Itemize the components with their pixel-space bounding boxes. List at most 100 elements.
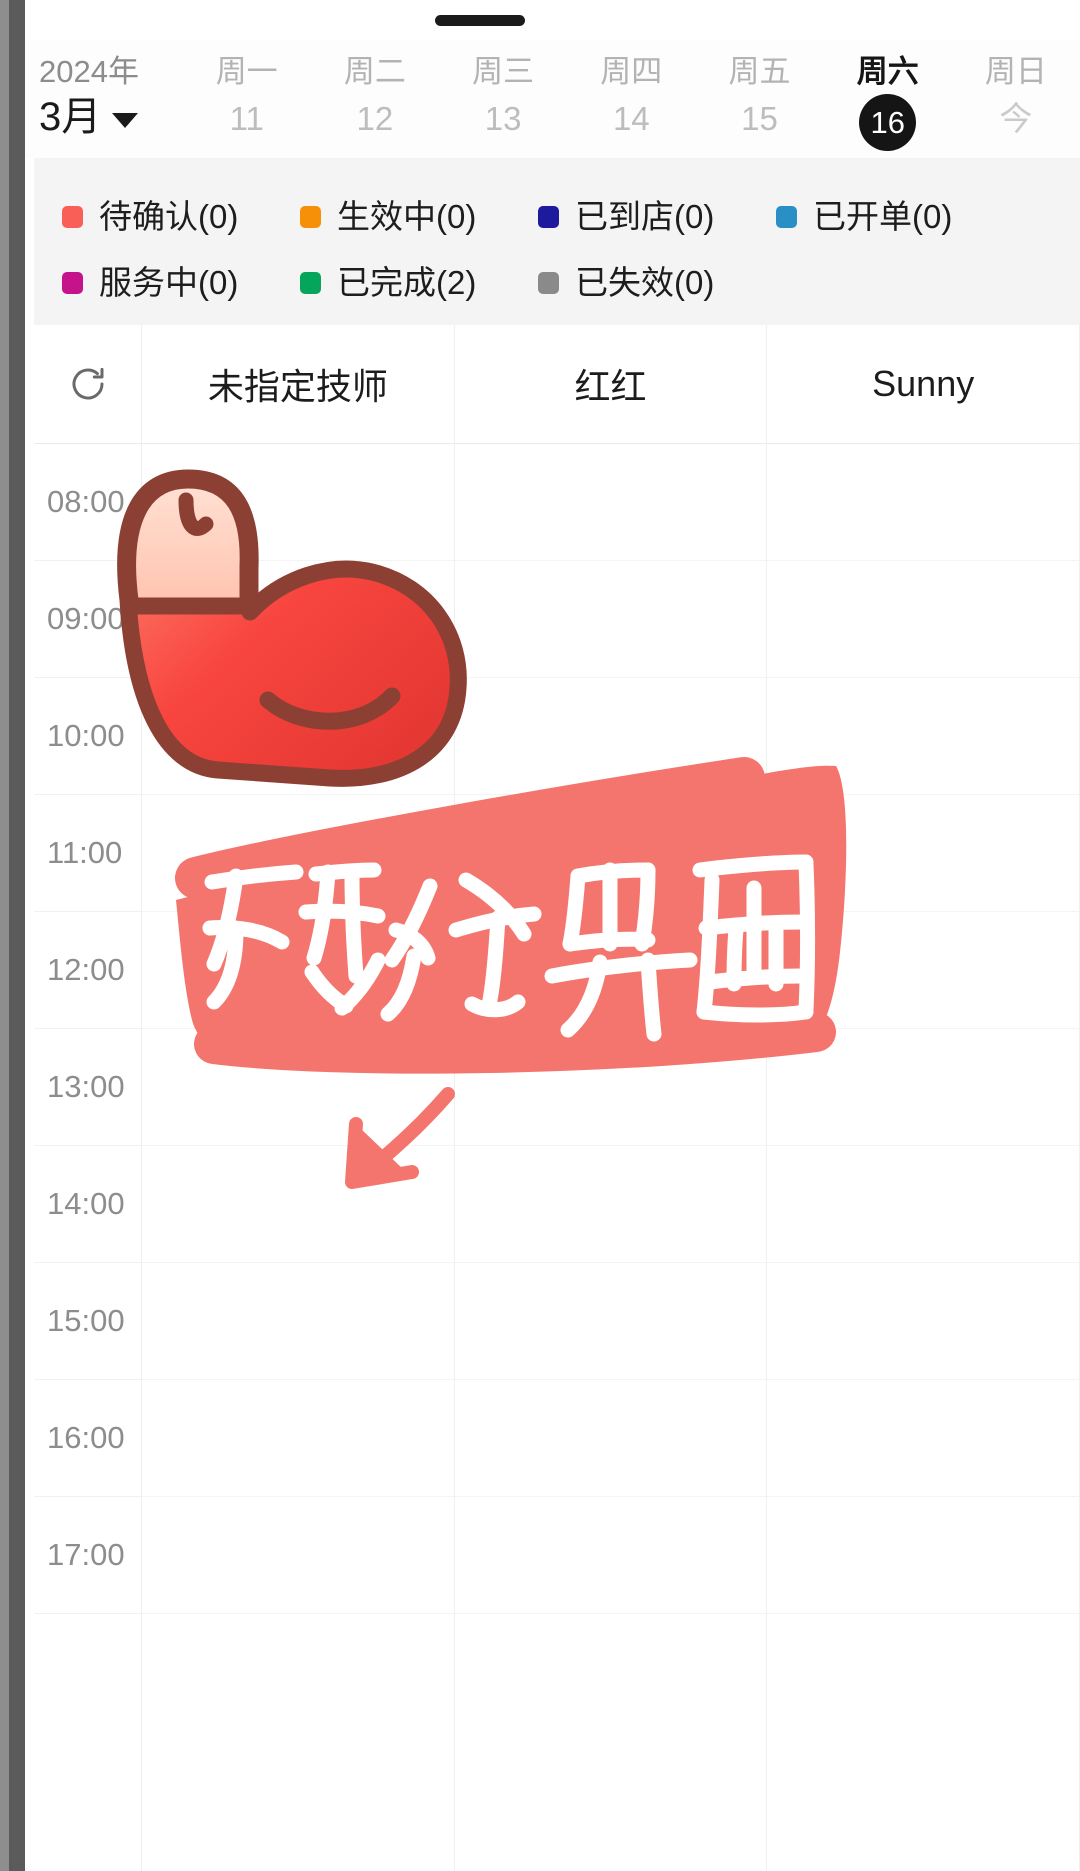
month-selector[interactable]: 2024年 3月 bbox=[25, 40, 183, 140]
technician-column-header-2[interactable]: Sunny bbox=[767, 325, 1080, 443]
schedule-column-sunny[interactable] bbox=[767, 444, 1080, 1871]
weekday-label: 周六 bbox=[856, 54, 919, 89]
refresh-icon bbox=[72, 367, 103, 400]
status-swatch-icon bbox=[300, 272, 321, 294]
schedule-cell[interactable] bbox=[454, 912, 767, 1029]
schedule-cell[interactable] bbox=[767, 678, 1080, 795]
legend-label: 服务中(0) bbox=[99, 264, 239, 301]
schedule-cell[interactable] bbox=[767, 912, 1080, 1029]
app-screen: 2024年 3月 周一 11 周二 12 周三 13 周四 14 周五 15 周… bbox=[25, 0, 1080, 1871]
technician-column-header-0[interactable]: 未指定技师 bbox=[142, 325, 455, 443]
time-slot: 10:00 bbox=[34, 678, 141, 795]
time-label: 11:00 bbox=[47, 835, 123, 870]
legend-item-servicing[interactable]: 服务中(0) bbox=[62, 263, 300, 303]
refresh-button[interactable] bbox=[34, 325, 142, 443]
schedule-cell[interactable] bbox=[142, 1497, 454, 1614]
chevron-down-icon[interactable] bbox=[112, 112, 139, 128]
date-number: 11 bbox=[229, 100, 264, 137]
time-slot: 17:00 bbox=[34, 1497, 141, 1614]
schedule-cell[interactable] bbox=[142, 561, 454, 678]
schedule-cell[interactable] bbox=[142, 678, 454, 795]
status-swatch-icon bbox=[776, 206, 797, 228]
schedule-cell[interactable] bbox=[767, 1263, 1080, 1380]
legend-item-arrived[interactable]: 已到店(0) bbox=[538, 197, 776, 237]
schedule-cell[interactable] bbox=[142, 795, 454, 912]
time-gutter: 08:00 09:00 10:00 11:00 12:00 13:00 14:0… bbox=[34, 444, 142, 1871]
schedule-cell[interactable] bbox=[767, 1029, 1080, 1146]
schedule-cell[interactable] bbox=[142, 1029, 454, 1146]
schedule-cell[interactable] bbox=[142, 912, 454, 1029]
year-label: 2024年 bbox=[39, 54, 139, 89]
schedule-column-unassigned[interactable] bbox=[142, 444, 455, 1871]
weekday-label: 周二 bbox=[343, 54, 406, 89]
technician-header-row: 未指定技师 红红 Sunny bbox=[34, 325, 1080, 444]
date-item-fri[interactable]: 周五 15 bbox=[695, 40, 823, 141]
legend-item-expired[interactable]: 已失效(0) bbox=[538, 263, 776, 303]
schedule-cell[interactable] bbox=[454, 1497, 767, 1614]
date-item-sat-selected[interactable]: 周六 16 bbox=[824, 40, 952, 151]
legend-item-billed[interactable]: 已开单(0) bbox=[776, 197, 1014, 237]
date-number-selected: 16 bbox=[859, 94, 917, 151]
technician-name: 红红 bbox=[574, 366, 647, 407]
weekday-label: 周日 bbox=[984, 54, 1047, 89]
time-slot: 09:00 bbox=[34, 561, 141, 678]
date-header: 2024年 3月 周一 11 周二 12 周三 13 周四 14 周五 15 周… bbox=[25, 40, 1080, 158]
date-number-today-shortcut: 今 bbox=[999, 100, 1033, 137]
schedule-cell[interactable] bbox=[767, 1497, 1080, 1614]
date-number: 14 bbox=[612, 100, 650, 137]
schedule-cell[interactable] bbox=[454, 561, 767, 678]
status-swatch-icon bbox=[62, 206, 83, 228]
schedule-cell[interactable] bbox=[767, 1380, 1080, 1497]
legend-label: 生效中(0) bbox=[337, 198, 477, 235]
legend-row-1: 待确认(0) 生效中(0) 已到店(0) 已开单(0) bbox=[34, 184, 1080, 250]
time-label: 14:00 bbox=[47, 1186, 125, 1221]
schedule-cell[interactable] bbox=[142, 1146, 454, 1263]
legend-label: 已开单(0) bbox=[813, 198, 953, 235]
legend-label: 已失效(0) bbox=[575, 264, 715, 301]
schedule-cell[interactable] bbox=[454, 795, 767, 912]
phone-screenshot: 2024年 3月 周一 11 周二 12 周三 13 周四 14 周五 15 周… bbox=[0, 0, 1080, 1871]
status-swatch-icon bbox=[300, 206, 321, 228]
legend-item-pending[interactable]: 待确认(0) bbox=[62, 197, 300, 237]
schedule-cell[interactable] bbox=[454, 678, 767, 795]
phone-frame-inner-edge bbox=[9, 0, 25, 1871]
status-legend: 待确认(0) 生效中(0) 已到店(0) 已开单(0) 服务中(0) 已完成(2… bbox=[34, 158, 1080, 325]
time-slot: 12:00 bbox=[34, 912, 141, 1029]
schedule-grid: 未指定技师 红红 Sunny 08:00 09:00 10:00 11:00 1… bbox=[34, 325, 1080, 1871]
legend-label: 待确认(0) bbox=[99, 198, 239, 235]
legend-label: 已到店(0) bbox=[575, 198, 715, 235]
status-bar-handle bbox=[435, 15, 525, 26]
date-item-wed[interactable]: 周三 13 bbox=[439, 40, 567, 141]
time-label: 13:00 bbox=[47, 1069, 125, 1104]
status-swatch-icon bbox=[538, 272, 559, 294]
legend-item-active[interactable]: 生效中(0) bbox=[300, 197, 538, 237]
legend-item-completed[interactable]: 已完成(2) bbox=[300, 263, 538, 303]
schedule-cell[interactable] bbox=[454, 444, 767, 561]
schedule-cell[interactable] bbox=[767, 795, 1080, 912]
date-item-mon[interactable]: 周一 11 bbox=[183, 40, 311, 141]
weekday-label: 周一 bbox=[215, 54, 278, 89]
technician-column-header-1[interactable]: 红红 bbox=[455, 325, 768, 443]
schedule-cell[interactable] bbox=[454, 1146, 767, 1263]
date-number: 13 bbox=[484, 100, 522, 137]
schedule-cell[interactable] bbox=[454, 1263, 767, 1380]
date-item-tue[interactable]: 周二 12 bbox=[311, 40, 439, 141]
time-slot: 15:00 bbox=[34, 1263, 141, 1380]
schedule-cell[interactable] bbox=[767, 561, 1080, 678]
schedule-cell[interactable] bbox=[454, 1380, 767, 1497]
date-item-sun[interactable]: 周日 今 bbox=[952, 40, 1080, 141]
legend-label: 已完成(2) bbox=[337, 264, 477, 301]
schedule-cell[interactable] bbox=[142, 444, 454, 561]
weekday-label: 周四 bbox=[600, 54, 663, 89]
schedule-cell[interactable] bbox=[142, 1380, 454, 1497]
schedule-cell[interactable] bbox=[142, 1263, 454, 1380]
schedule-body: 08:00 09:00 10:00 11:00 12:00 13:00 14:0… bbox=[34, 444, 1080, 1871]
schedule-cell[interactable] bbox=[454, 1029, 767, 1146]
schedule-column-honghong[interactable] bbox=[454, 444, 768, 1871]
time-slot: 14:00 bbox=[34, 1146, 141, 1263]
schedule-cell[interactable] bbox=[767, 1146, 1080, 1263]
schedule-cell[interactable] bbox=[767, 444, 1080, 561]
phone-frame-outer-edge bbox=[0, 0, 9, 1871]
time-label: 09:00 bbox=[47, 601, 125, 636]
date-item-thu[interactable]: 周四 14 bbox=[567, 40, 695, 141]
